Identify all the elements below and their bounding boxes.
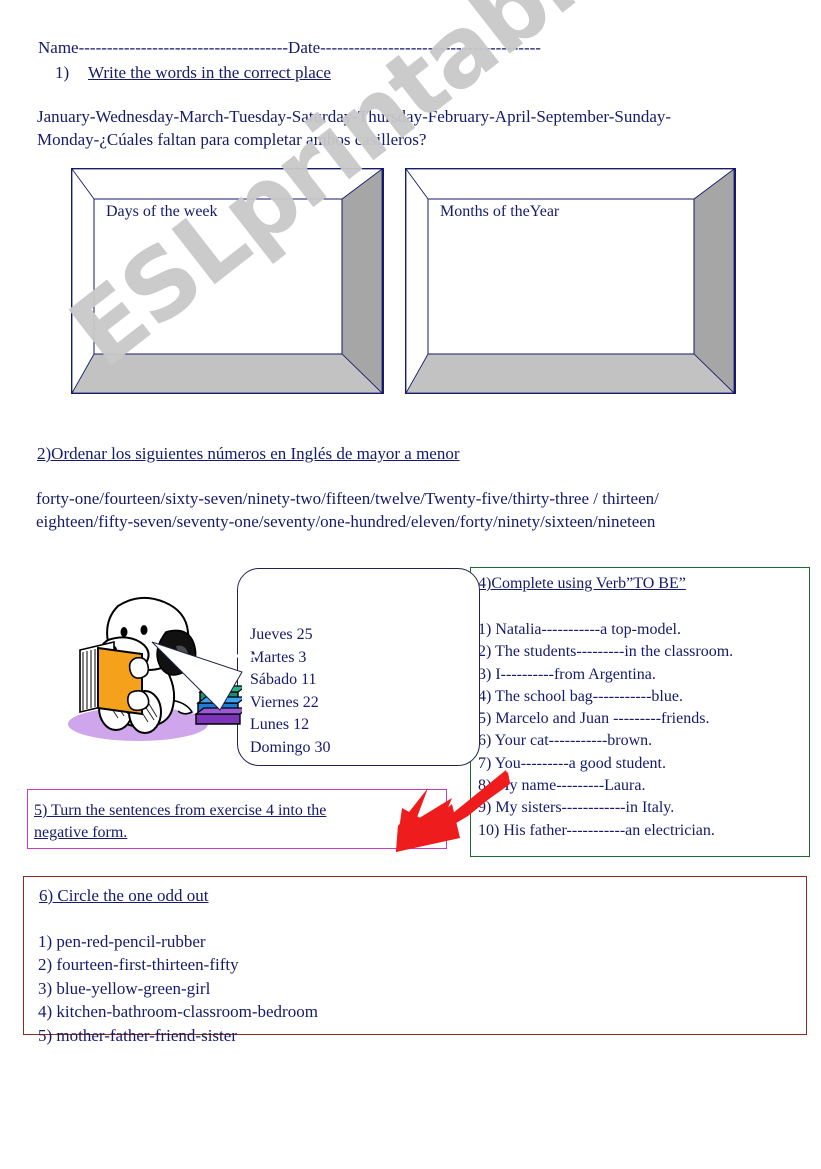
exercise4-sentence-list: 1) Natalia-----------a top-model. 2) The… xyxy=(478,619,733,842)
exercise4-item: 9) My sisters------------in Italy. xyxy=(478,799,675,817)
red-arrow-icon xyxy=(390,768,510,858)
exercise1-title: Write the words in the correct place xyxy=(88,63,331,82)
exercise6-item: 3) blue-yellow-green-girl xyxy=(38,978,211,998)
exercise3-date-item: Martes 3 xyxy=(250,648,307,666)
exercise5-line1: 5) Turn the sentences from exercise 4 in… xyxy=(34,802,327,819)
exercise4-item: 3) I----------from Argentina. xyxy=(478,665,656,683)
exercise1-wordlist-line2: Monday-¿Cúales faltan para completar amb… xyxy=(37,130,427,149)
answer-box-days-of-week[interactable]: Days of the week xyxy=(71,168,384,394)
exercise4-item: 8) My name---------Laura. xyxy=(478,777,646,795)
answer-box-months-of-year[interactable]: Months of theYear xyxy=(405,168,736,394)
answer-box-days-label: Days of the week xyxy=(106,203,218,220)
exercise3-date-item: Sábado 11 xyxy=(250,671,317,688)
exercise6-item-list: 1) pen-red-pencil-rubber 2) fourteen-fir… xyxy=(38,930,318,1047)
exercise5-line2: negative form. xyxy=(34,824,128,841)
exercise1-wordlist-line1: January-Wednesday-March-Tuesday-Saturday… xyxy=(37,107,672,126)
exercise4-item: 5) Marcelo and Juan ---------friends. xyxy=(478,710,710,728)
exercise3-date-item: Domingo 30 xyxy=(250,738,331,756)
exercise4-item: 4) The school bag-----------blue. xyxy=(478,687,683,705)
name-date-line: Name------------------------------------… xyxy=(38,38,541,57)
exercise6-item: 4) kitchen-bathroom-classroom-bedroom xyxy=(38,1002,318,1022)
exercise4-item: 6) Your cat-----------brown. xyxy=(478,732,653,750)
exercise4-item: 2) The students---------in the classroom… xyxy=(478,643,734,661)
exercise6-item: 5) mother-father-friend-sister xyxy=(38,1025,237,1045)
exercise4-item: 1) Natalia-----------a top-model. xyxy=(478,621,681,638)
exercise6-item: 1) pen-red-pencil-rubber xyxy=(38,932,206,951)
exercise3-date-item: Lunes 12 xyxy=(250,716,310,733)
exercise3-date-item: Viernes 22 xyxy=(250,693,319,711)
exercise6-item: 2) fourteen-first-thirteen-fifty xyxy=(38,955,239,975)
exercise5-instruction: 5) Turn the sentences from exercise 4 in… xyxy=(34,800,414,844)
exercise3-date-list: Jueves 25 Martes 3 Sábado 11 Viernes 22 … xyxy=(250,624,330,759)
speech-bubble-tail xyxy=(150,640,260,720)
exercise4-title: 4)Complete using Verb”TO BE” xyxy=(478,575,686,592)
exercise6-title: 6) Circle the one odd out xyxy=(39,886,209,905)
worksheet-page: ESLprintables.com Name------------------… xyxy=(0,0,821,1169)
answer-box-months-label: Months of theYear xyxy=(440,203,560,220)
exercise4-item: 10) His father-----------an electrician. xyxy=(478,821,715,839)
exercise1-number: 1) xyxy=(55,63,70,82)
exercise2-numbers-line1: forty-one/fourteen/sixty-seven/ninety-tw… xyxy=(36,489,659,508)
exercise2-title: 2)Ordenar los siguientes números en Ingl… xyxy=(37,444,460,463)
exercise3-date-item: Jueves 25 xyxy=(250,626,313,643)
exercise4-item: 7) You---------a good student. xyxy=(478,754,666,772)
exercise2-numbers-line2: eighteen/fifty-seven/seventy-one/seventy… xyxy=(36,512,656,531)
